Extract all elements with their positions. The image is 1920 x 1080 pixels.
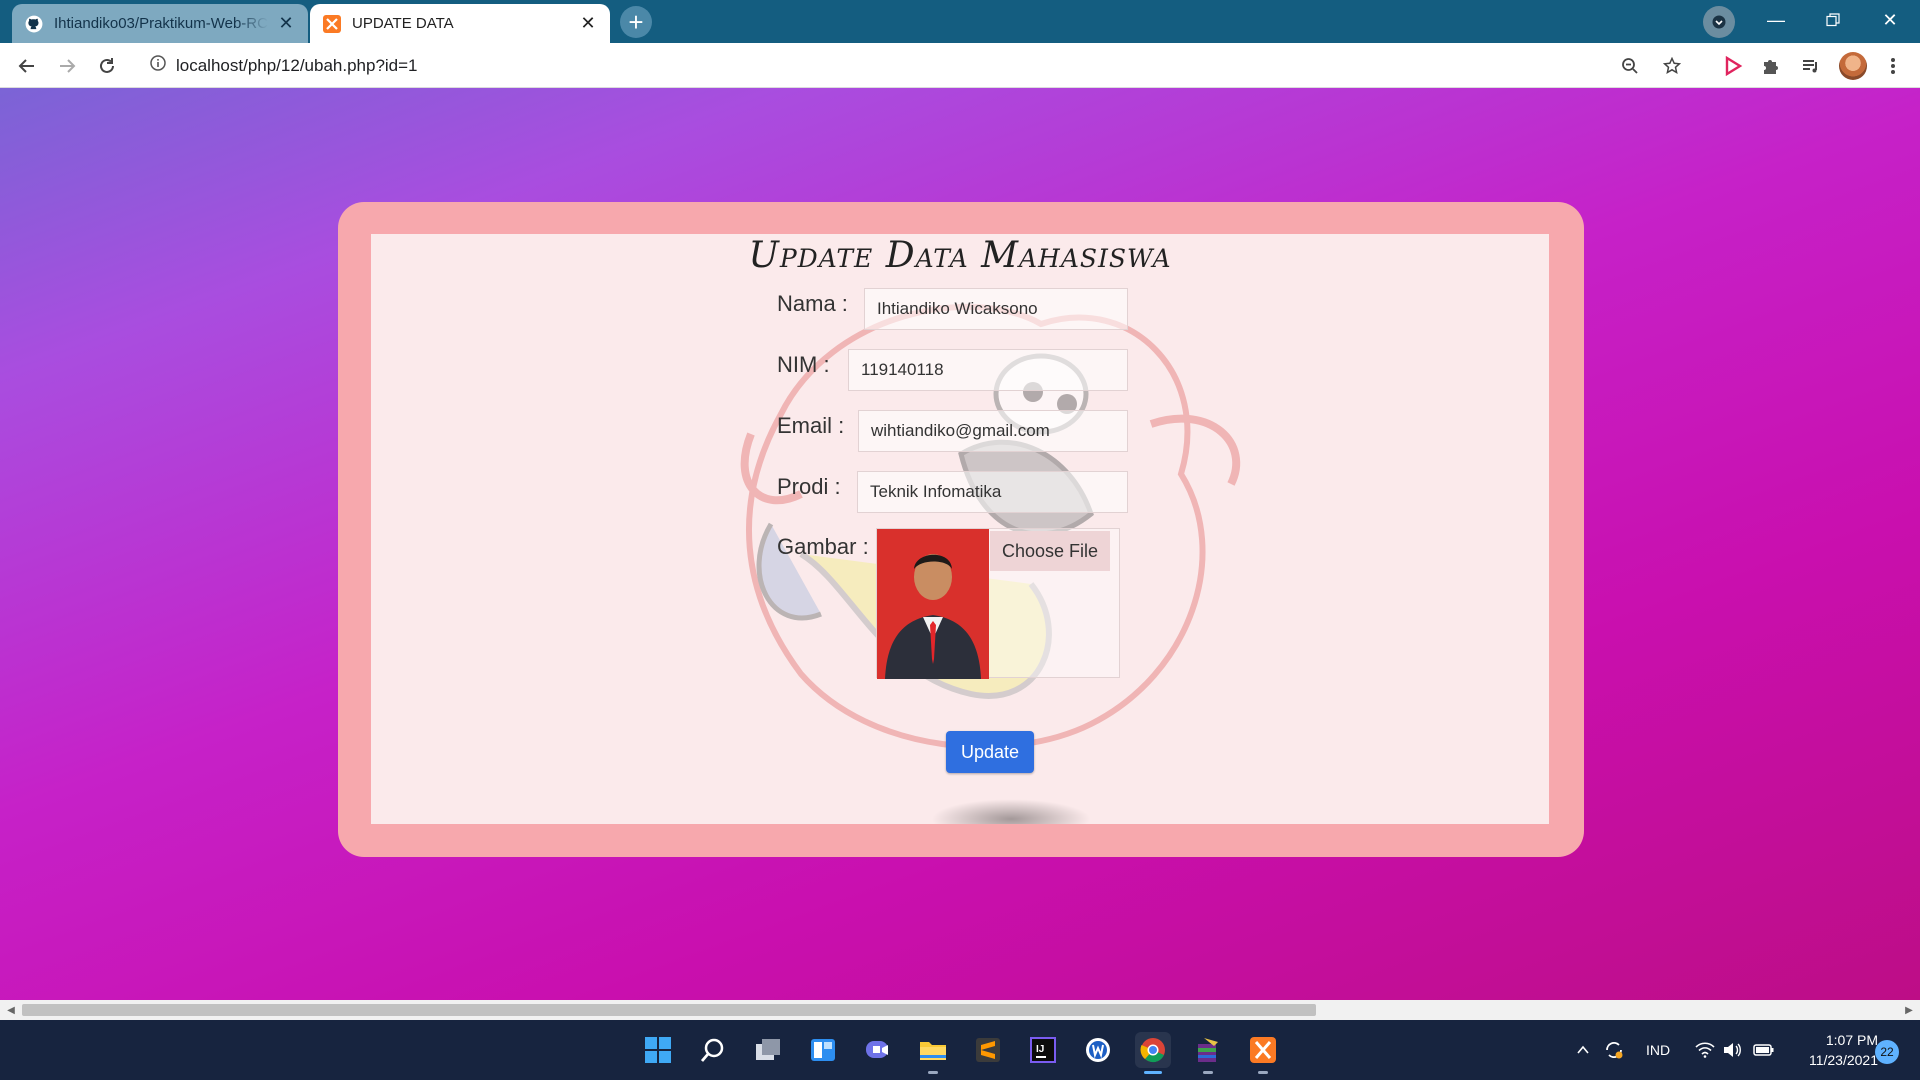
scroll-right-icon[interactable]: ▶ — [1900, 1000, 1918, 1020]
extension-play-icon[interactable] — [1718, 51, 1748, 81]
prodi-field[interactable]: Teknik Infomatika — [857, 471, 1128, 513]
task-view-icon[interactable] — [750, 1032, 786, 1068]
xampp-icon[interactable] — [1245, 1032, 1281, 1074]
close-icon[interactable]: ✕ — [276, 13, 296, 34]
nim-field[interactable]: 119140118 — [848, 349, 1128, 391]
close-icon[interactable]: ✕ — [578, 13, 598, 34]
widgets-icon[interactable] — [805, 1032, 841, 1068]
choose-file-button[interactable]: Choose File — [990, 531, 1110, 571]
bookmark-star-icon[interactable] — [1658, 52, 1686, 80]
form-card-inner: Update Data Mahasiswa Nama : Ihtiandiko … — [371, 234, 1549, 824]
tab-title: Ihtiandiko03/Praktikum-Web-RC — [54, 15, 268, 32]
intellij-icon[interactable]: IJ — [1025, 1032, 1061, 1068]
avatar[interactable] — [1838, 51, 1868, 81]
gambar-file-input[interactable]: Choose File — [876, 528, 1120, 679]
prodi-label: Prodi : — [777, 474, 841, 499]
back-icon[interactable] — [12, 51, 42, 81]
url-text: localhost/php/12/ubah.php?id=1 — [176, 55, 418, 75]
sublime-text-icon[interactable] — [970, 1032, 1006, 1068]
nama-label: Nama : — [777, 291, 848, 316]
clock-time: 1:07 PM — [1825, 1032, 1878, 1048]
email-field[interactable]: wihtiandiko@gmail.com — [858, 410, 1128, 452]
clock-date: 11/23/2021 — [1808, 1052, 1878, 1068]
word-app-icon[interactable] — [1080, 1032, 1116, 1068]
update-button[interactable]: Update — [946, 731, 1034, 773]
sync-icon[interactable] — [1603, 1020, 1625, 1080]
new-tab-button[interactable]: + — [620, 6, 652, 38]
forward-icon[interactable] — [52, 51, 82, 81]
extensions-puzzle-icon[interactable] — [1756, 51, 1786, 81]
tab-search-icon[interactable] — [1703, 6, 1735, 38]
chrome-icon[interactable] — [1135, 1032, 1171, 1074]
tab-title: UPDATE DATA — [352, 15, 454, 32]
taskbar-clock[interactable]: 1:07 PM 11/23/2021 — [1788, 1030, 1878, 1070]
reload-icon[interactable] — [92, 51, 122, 81]
patrick-watermark-image — [740, 303, 1241, 750]
media-queue-icon[interactable] — [1796, 51, 1826, 81]
search-icon[interactable] — [695, 1032, 731, 1068]
scrollbar-thumb[interactable] — [22, 1004, 1316, 1016]
zoom-icon[interactable] — [1616, 52, 1644, 80]
chevron-up-icon[interactable] — [1575, 1020, 1591, 1080]
nama-field[interactable]: Ihtiandiko Wicaksono — [864, 288, 1128, 330]
language-indicator[interactable]: IND — [1646, 1020, 1670, 1080]
file-explorer-icon[interactable] — [915, 1032, 951, 1074]
horizontal-scrollbar[interactable]: ◀ ▶ — [0, 1000, 1920, 1020]
minimize-icon[interactable]: — — [1748, 0, 1804, 40]
volume-icon[interactable] — [1722, 1020, 1742, 1080]
github-icon — [24, 14, 44, 34]
page-title: Update Data Mahasiswa — [748, 235, 1172, 276]
battery-icon[interactable] — [1753, 1020, 1775, 1080]
student-photo — [877, 529, 989, 679]
svg-text:IJ: IJ — [1036, 1044, 1044, 1055]
wifi-icon[interactable] — [1695, 1020, 1715, 1080]
close-window-icon[interactable]: ✕ — [1862, 0, 1918, 40]
scroll-left-icon[interactable]: ◀ — [2, 1000, 20, 1020]
button-shadow — [931, 799, 1091, 824]
page-viewport: Update Data Mahasiswa Nama : Ihtiandiko … — [0, 88, 1920, 1000]
tab-github[interactable]: Ihtiandiko03/Praktikum-Web-RC ✕ — [12, 4, 308, 43]
nim-label: NIM : — [777, 352, 830, 377]
menu-dots-icon[interactable] — [1878, 51, 1908, 81]
winrar-icon[interactable] — [1190, 1032, 1226, 1074]
browser-toolbar: localhost/php/12/ubah.php?id=1 — [0, 43, 1920, 88]
info-icon[interactable] — [150, 55, 166, 76]
taskbar: IJ IND 1:07 PM 11/23/2021 22 — [0, 1020, 1920, 1080]
restore-icon[interactable] — [1805, 0, 1861, 40]
tab-strip: Ihtiandiko03/Praktikum-Web-RC ✕ UPDATE D… — [0, 0, 1920, 43]
form-card: Update Data Mahasiswa Nama : Ihtiandiko … — [338, 202, 1584, 857]
start-icon[interactable] — [640, 1032, 676, 1068]
email-label: Email : — [777, 413, 845, 438]
address-bar[interactable]: localhost/php/12/ubah.php?id=1 — [138, 48, 1700, 83]
notification-badge[interactable]: 22 — [1875, 1040, 1899, 1064]
gambar-label: Gambar : — [777, 534, 869, 559]
teams-chat-icon[interactable] — [860, 1032, 896, 1068]
xampp-icon — [322, 14, 342, 34]
tab-update-data[interactable]: UPDATE DATA ✕ — [310, 4, 610, 43]
